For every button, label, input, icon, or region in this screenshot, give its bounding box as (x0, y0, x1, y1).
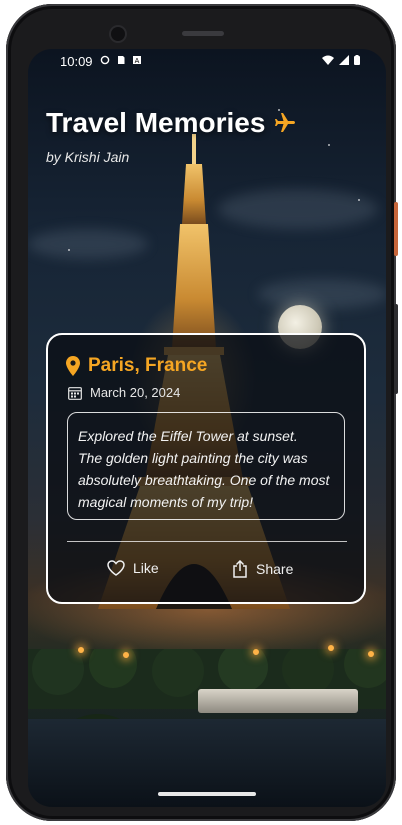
note-line: absolutely breathtaking. One of the most (78, 472, 330, 488)
location-pin-icon (66, 356, 80, 376)
volume-button[interactable] (394, 304, 398, 394)
page-title: Travel Memories (46, 107, 297, 139)
share-icon (233, 560, 247, 578)
memory-note: Explored the Eiffel Tower at sunset. The… (67, 412, 345, 520)
heart-icon (107, 560, 125, 576)
app-screen: 10:09 A Travel Memories by Krishi Jain P… (28, 49, 386, 807)
calendar-icon (68, 386, 82, 400)
like-label: Like (133, 560, 159, 576)
note-line: The golden light painting the city was (78, 450, 308, 466)
signal-icon (339, 55, 349, 65)
power-button[interactable] (394, 202, 398, 256)
city-light (78, 647, 84, 653)
city-light (328, 645, 334, 651)
date-label: March 20, 2024 (90, 385, 181, 400)
phone-frame: 10:09 A Travel Memories by Krishi Jain P… (6, 4, 398, 821)
note-line: Explored the Eiffel Tower at sunset. (78, 428, 298, 444)
share-button[interactable]: Share (232, 560, 293, 578)
sd-card-icon (118, 56, 125, 64)
svg-text:A: A (135, 58, 140, 65)
author-subtitle: by Krishi Jain (46, 149, 130, 165)
page-title-text: Travel Memories (46, 107, 266, 138)
city-light (123, 652, 129, 658)
city-light (253, 649, 259, 655)
home-indicator[interactable] (158, 792, 256, 796)
data-saver-icon (100, 55, 110, 65)
a-notification-icon: A (133, 56, 141, 65)
front-camera (111, 27, 125, 41)
airplane-icon (275, 113, 296, 132)
like-button[interactable]: Like (107, 560, 159, 576)
date-row: March 20, 2024 (68, 385, 180, 400)
note-line: magical moments of my trip! (78, 494, 254, 510)
share-label: Share (256, 561, 294, 577)
status-time: 10:09 (60, 54, 93, 69)
city-light (368, 651, 374, 657)
location-label: Paris, France (88, 355, 208, 376)
wifi-icon (322, 55, 334, 65)
status-bar: 10:09 A (28, 49, 386, 75)
battery-icon (354, 55, 360, 65)
earpiece-speaker (182, 31, 224, 36)
location-row: Paris, France (66, 355, 207, 377)
boat (198, 689, 358, 713)
memory-card: Paris, France March 20, 2024 Explored th… (46, 333, 366, 604)
card-divider (67, 541, 347, 542)
